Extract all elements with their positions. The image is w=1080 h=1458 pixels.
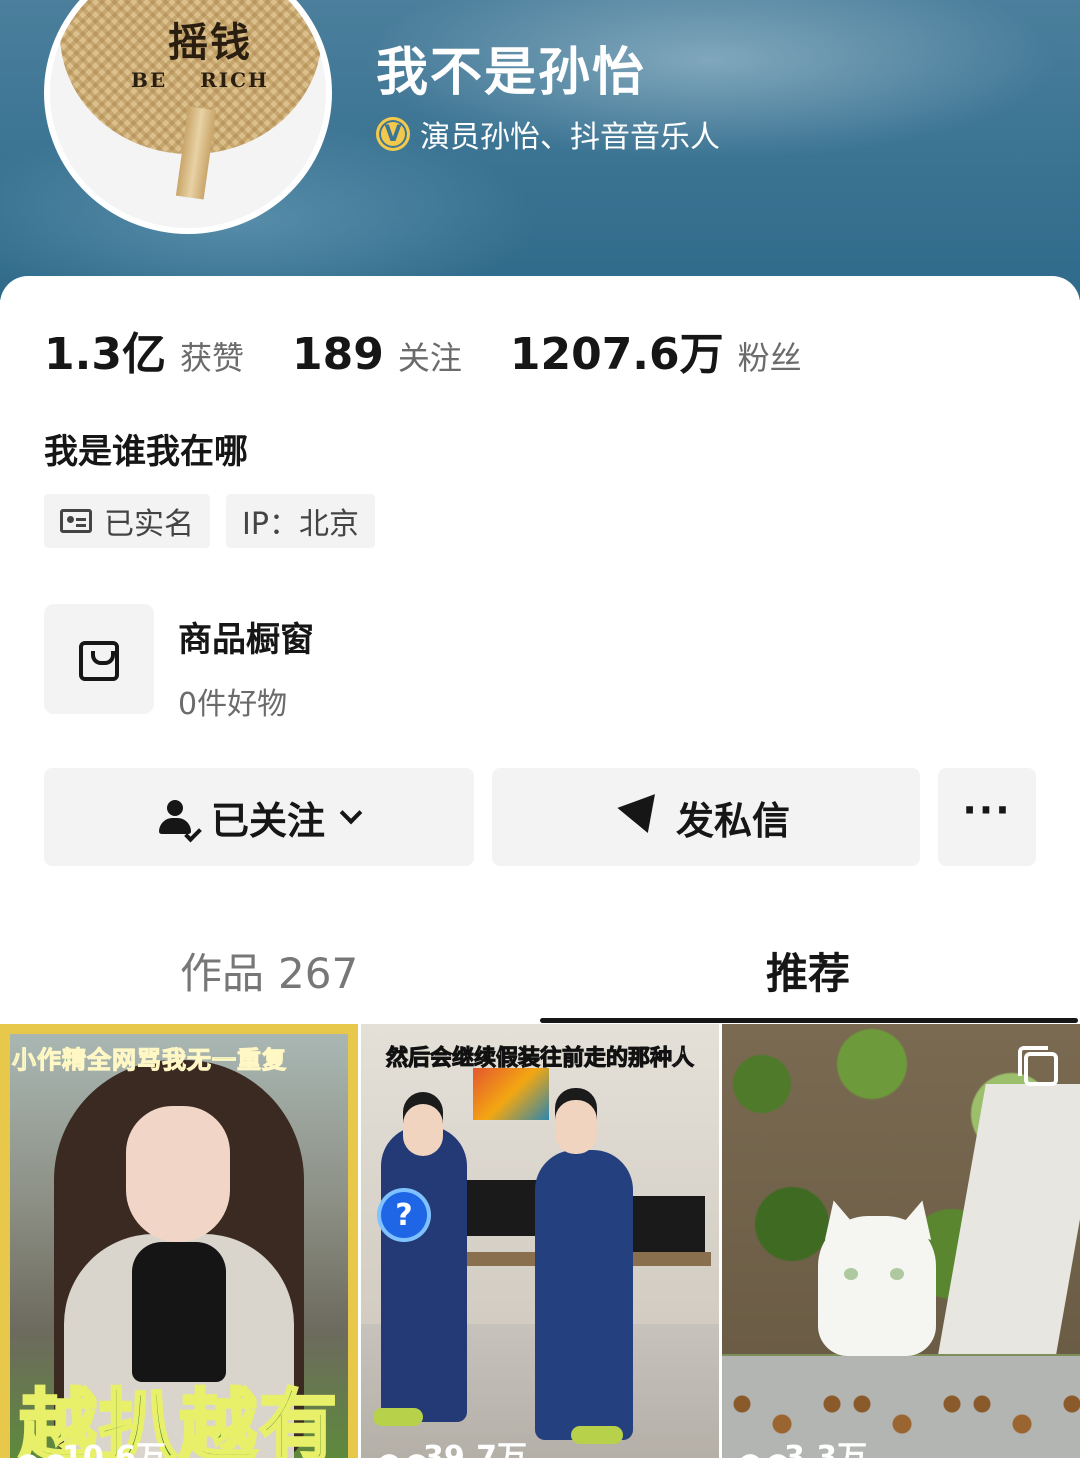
video-caption: 然后会继续假装往前走的那种人 (385, 1046, 694, 1072)
verification-row: V 演员孙怡、抖音音乐人 (376, 112, 720, 156)
tab-works-count: 267 (278, 949, 359, 998)
heart-icon (746, 1441, 774, 1458)
id-card-icon (60, 509, 92, 533)
tab-works-label: 作品 (180, 949, 265, 998)
action-buttons: 已关注 发私信 ··· (44, 768, 1036, 866)
profile-bio: 我是谁我在哪 (44, 432, 248, 472)
stat-following-value: 189 (291, 329, 384, 380)
stat-followers[interactable]: 1207.6万 粉丝 (510, 318, 802, 382)
video-thumbnail[interactable]: 小作精全网骂我无一重复 越扒越有 10.6万 (0, 1024, 358, 1458)
more-button[interactable]: ··· (938, 768, 1036, 866)
video-likes: 39.7万 (385, 1432, 527, 1458)
profile-name: 我不是孙怡 (376, 43, 647, 103)
shop-icon-box (44, 604, 154, 714)
real-name-tag[interactable]: 已实名 (44, 494, 210, 548)
ip-location-label: IP：北京 (242, 507, 359, 542)
avatar-fan-lettering: 摇钱 BE RICH (131, 19, 269, 92)
send-message-label: 发私信 (675, 798, 790, 843)
active-tab-indicator (540, 1018, 1078, 1023)
video-overlay-title: 小作精全网骂我无一重复 (12, 1046, 287, 1075)
more-dots-icon: ··· (962, 788, 1012, 832)
send-message-button[interactable]: 发私信 (492, 768, 920, 866)
video-likes-count: 39.7万 (423, 1440, 528, 1458)
following-label: 已关注 (210, 798, 325, 843)
video-likes-count: 10.6万 (62, 1440, 167, 1458)
stat-following-label: 关注 (397, 339, 462, 377)
verified-badge-icon: V (376, 117, 410, 151)
send-icon (617, 794, 667, 840)
stat-likes[interactable]: 1.3亿 获赞 (44, 318, 244, 382)
multi-image-icon (1018, 1046, 1058, 1086)
video-likes: 3.3万 (746, 1432, 867, 1458)
profile-tags: 已实名 IP：北京 (44, 494, 375, 548)
chevron-down-icon (339, 801, 363, 825)
heart-icon (24, 1441, 52, 1458)
following-button[interactable]: 已关注 (44, 768, 474, 866)
user-check-icon (158, 798, 202, 843)
stat-likes-label: 获赞 (179, 339, 244, 377)
video-likes: 10.6万 (24, 1432, 166, 1458)
tab-works[interactable]: 作品 267 (180, 940, 358, 1001)
video-grid: 小作精全网骂我无一重复 越扒越有 10.6万 ? 然后会继续假装往前走的那种人 … (0, 1024, 1080, 1458)
shopping-bag-icon (79, 641, 119, 681)
shop-window-entry[interactable]: 商品橱窗 0件好物 (44, 604, 314, 723)
stat-likes-value: 1.3亿 (44, 329, 166, 380)
tab-recommend-label: 推荐 (766, 949, 851, 998)
real-name-label: 已实名 (104, 507, 194, 542)
stats-row: 1.3亿 获赞 189 关注 1207.6万 粉丝 (44, 318, 850, 382)
content-tabs: 作品 267 推荐 (0, 930, 1080, 1023)
stat-following[interactable]: 189 关注 (292, 329, 462, 380)
verification-text: 演员孙怡、抖音音乐人 (420, 120, 720, 155)
video-likes-count: 3.3万 (784, 1440, 868, 1458)
stat-followers-label: 粉丝 (737, 339, 802, 377)
question-mark-icon: ? (381, 1192, 427, 1238)
shop-subtitle: 0件好物 (178, 687, 288, 722)
video-thumbnail[interactable]: ? 然后会继续假装往前走的那种人 39.7万 (361, 1024, 719, 1458)
shop-title: 商品橱窗 (178, 620, 314, 660)
stat-followers-value: 1207.6万 (509, 329, 724, 380)
heart-icon (385, 1441, 413, 1458)
video-thumbnail[interactable]: 3.3万 (722, 1024, 1080, 1458)
tab-recommend[interactable]: 推荐 (766, 940, 850, 1001)
ip-location-tag: IP：北京 (226, 494, 375, 548)
